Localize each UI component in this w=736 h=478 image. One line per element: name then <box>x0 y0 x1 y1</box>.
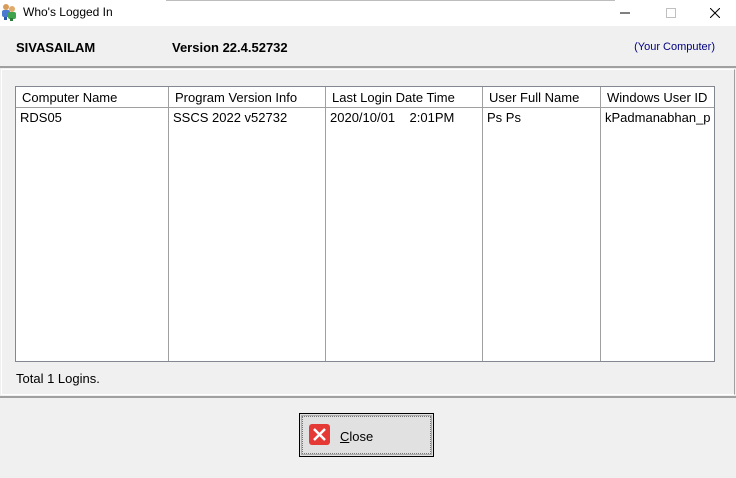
title-divider <box>166 0 615 1</box>
close-button-label: Close <box>340 429 374 444</box>
column-header-program-version[interactable]: Program Version Info <box>169 87 325 108</box>
info-header: SIVASAILAM Version 22.4.52732 (Your Comp… <box>0 26 736 66</box>
column-windows-user-id: Windows User ID kPadmanabhan_p <box>601 87 714 361</box>
cell-computer-name[interactable]: RDS05 <box>20 110 62 125</box>
minimize-button[interactable] <box>602 0 648 26</box>
computer-name-label: SIVASAILAM <box>16 40 96 55</box>
cell-windows-user-id[interactable]: kPadmanabhan_p <box>605 110 711 125</box>
cell-last-login[interactable]: 2020/10/01 2:01PM <box>330 110 454 125</box>
maximize-button[interactable] <box>648 0 694 26</box>
window-close-button[interactable] <box>692 0 736 26</box>
cell-program-version[interactable]: SSCS 2022 v52732 <box>173 110 287 125</box>
column-header-last-login[interactable]: Last Login Date Time <box>326 87 482 108</box>
minimize-icon <box>620 12 630 14</box>
column-program-version: Program Version Info SSCS 2022 v52732 <box>169 87 326 361</box>
column-header-user-full-name[interactable]: User Full Name <box>483 87 600 108</box>
column-computer-name: Computer Name RDS05 <box>16 87 169 361</box>
window-title: Who's Logged In <box>23 5 113 19</box>
title-bar: Who's Logged In <box>0 0 736 26</box>
close-button[interactable]: Close <box>299 413 434 457</box>
close-icon <box>710 8 720 18</box>
cell-user-full-name[interactable]: Ps Ps <box>487 110 521 125</box>
column-header-computer-name[interactable]: Computer Name <box>16 87 168 108</box>
users-app-icon <box>1 3 17 21</box>
column-last-login: Last Login Date Time 2020/10/01 2:01PM <box>326 87 483 361</box>
total-logins-text: Total 1 Logins. <box>16 371 100 386</box>
version-label: Version 22.4.52732 <box>172 40 288 55</box>
maximize-icon <box>666 8 676 18</box>
logins-list[interactable]: Computer Name RDS05 Program Version Info… <box>15 86 715 362</box>
close-x-icon <box>309 424 330 445</box>
column-header-windows-user-id[interactable]: Windows User ID <box>601 87 714 108</box>
your-computer-note: (Your Computer) <box>634 41 715 53</box>
column-user-full-name: User Full Name Ps Ps <box>483 87 601 361</box>
